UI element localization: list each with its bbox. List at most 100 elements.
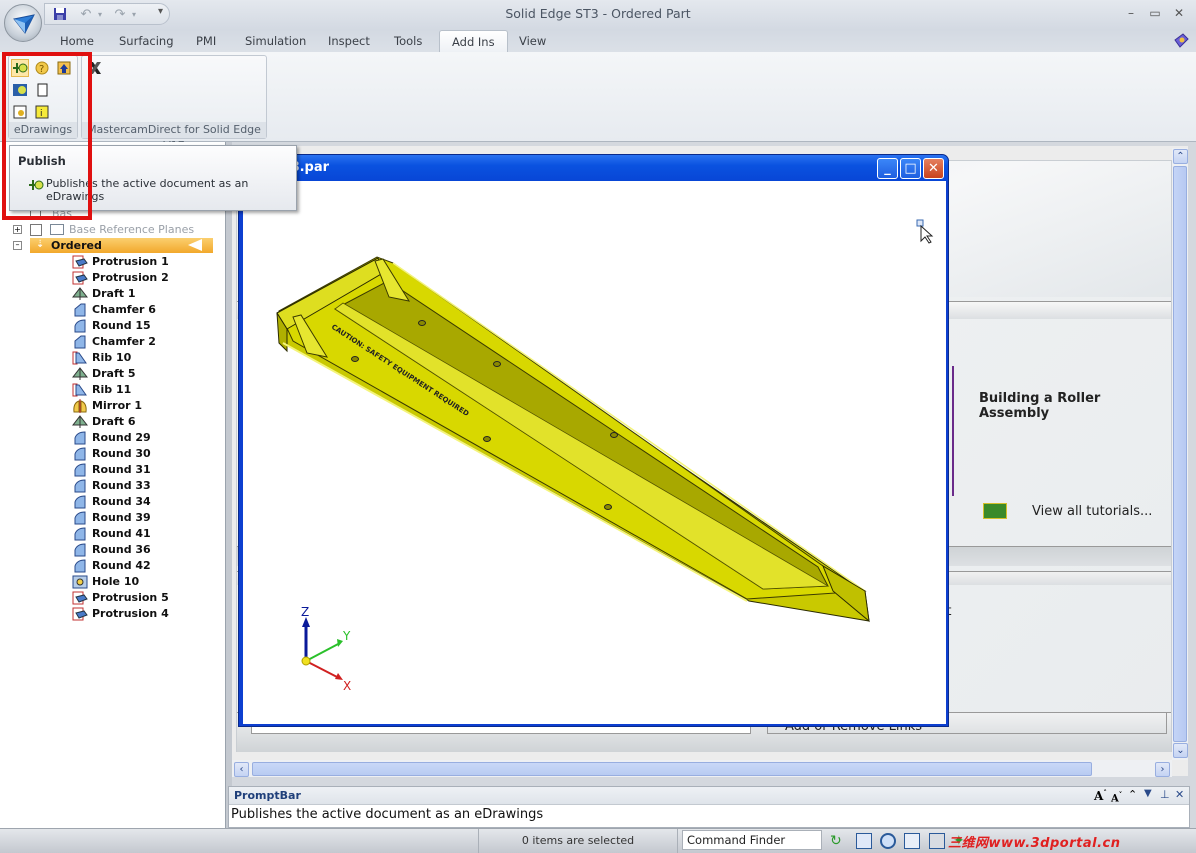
scroll-up-button[interactable]: ⌃ [1173,149,1188,164]
watermark: 三维网www.3dportal.cn [948,836,1121,851]
scroll-down-button[interactable]: ⌄ [1173,743,1188,758]
tab-view[interactable]: View [507,30,558,52]
pin-icon[interactable]: ⊥ [1160,788,1170,801]
maximize-button[interactable]: ▭ [1146,6,1164,20]
tab-simulation[interactable]: Simulation [233,30,318,52]
help-book-icon[interactable] [1172,32,1190,50]
dropdown-icon[interactable]: ▼ [1144,788,1152,799]
tree-item-label: Draft 1 [92,287,136,300]
tree-feature-item[interactable]: Rib 11 [0,382,226,398]
close-promptbar-icon[interactable]: ✕ [1175,788,1184,801]
save-icon[interactable] [51,6,69,22]
tree-feature-item[interactable]: Chamfer 6 [0,302,226,318]
mastercam-icon[interactable] [86,59,104,77]
increase-font-icon[interactable]: A˄ [1094,788,1107,803]
tree-feature-item[interactable]: Protrusion 4 [0,606,226,622]
tutorials-icon[interactable] [983,503,1007,519]
collapse-up-icon[interactable]: ⌃ [1128,788,1137,801]
tree-feature-item[interactable]: Round 30 [0,446,226,462]
redo-dropdown-icon[interactable]: ▾ [125,6,143,22]
tree-feature-item[interactable]: Draft 6 [0,414,226,430]
protrusion-feature-icon [72,591,88,605]
tree-feature-item[interactable]: Draft 5 [0,366,226,382]
publish-all-icon[interactable] [11,81,29,99]
round-feature-icon [72,543,88,557]
edrawings-group: ? i eDrawings [8,55,78,139]
tab-home[interactable]: Home [48,30,106,52]
document-title-bar[interactable]: _18.par _ □ ✕ [239,155,948,181]
doc-maximize-button[interactable]: □ [900,158,921,179]
pathfinder-pane: Bas + Base Reference Planes – ⇣ Ordered … [0,142,226,828]
rotate-icon[interactable]: ↻ [830,833,846,849]
document-icon[interactable] [33,81,51,99]
expand-icon[interactable]: + [13,225,22,234]
tutorial-title[interactable]: Building a Roller Assembly [979,391,1171,421]
zoom-icon[interactable] [880,833,896,849]
customize-qat-button[interactable]: ▾ [158,6,163,17]
tree-item-label: Ordered [51,239,102,252]
tree-feature-item[interactable]: Draft 1 [0,286,226,302]
triad-z-label: Z [301,605,310,619]
edrawings-help-icon[interactable]: ? [33,59,51,77]
decrease-font-icon[interactable]: A˅ [1111,790,1122,804]
tree-feature-item[interactable]: Round 15 [0,318,226,334]
tab-surfacing[interactable]: Surfacing [107,30,186,52]
tree-feature-item[interactable]: Round 29 [0,430,226,446]
publish-edrawings-icon[interactable] [11,59,29,77]
horizontal-scroll-thumb[interactable] [252,762,1092,776]
fit-icon[interactable] [904,833,920,849]
view-all-tutorials-link[interactable]: View all tutorials... [1032,504,1152,519]
doc-minimize-button[interactable]: _ [877,158,898,179]
tree-feature-item[interactable]: Round 39 [0,510,226,526]
protrusion-feature-icon [72,271,88,285]
undo-dropdown-icon[interactable]: ▾ [91,6,109,22]
tree-item-base-reference-planes[interactable]: + Base Reference Planes [0,222,226,238]
rollback-arrow-icon[interactable] [188,239,202,251]
prompt-bar: PromptBar A˄ A˅ ⌃ ▼ ⊥ ✕ Publishes the ac… [228,786,1190,828]
tree-feature-item[interactable]: Round 34 [0,494,226,510]
tab-add-ins[interactable]: Add Ins [439,30,508,52]
tree-feature-item[interactable]: Round 41 [0,526,226,542]
group-label: eDrawings [9,122,77,138]
tree-feature-item[interactable]: Chamfer 2 [0,334,226,350]
tree-feature-item[interactable]: Protrusion 5 [0,590,226,606]
pan-icon[interactable] [929,833,945,849]
tree-feature-item[interactable]: Round 42 [0,558,226,574]
tree-feature-item[interactable]: Protrusion 1 [0,254,226,270]
info-icon[interactable]: i [33,103,51,121]
promptbar-header: PromptBar A˄ A˅ ⌃ ▼ ⊥ ✕ [229,787,1189,805]
tree-feature-item[interactable]: Protrusion 2 [0,270,226,286]
application-button[interactable] [4,4,42,42]
tree-feature-item[interactable]: Hole 10 [0,574,226,590]
minimize-button[interactable]: – [1122,6,1140,20]
tab-tools[interactable]: Tools [382,30,434,52]
tab-inspect[interactable]: Inspect [316,30,382,52]
rib-feature-icon [72,351,88,365]
hole-feature-icon [72,575,88,589]
command-finder-input[interactable]: Command Finder [682,830,822,850]
close-button[interactable]: ✕ [1170,6,1188,20]
tree-item-label: Round 39 [92,511,151,524]
3d-viewport[interactable]: CAUTION: SAFETY EQUIPMENT REQUIRED Z Y X [243,181,946,724]
edrawings-home-icon[interactable] [55,59,73,77]
tree-item-label: Round 31 [92,463,151,476]
doc-close-button[interactable]: ✕ [923,158,944,179]
solid-edge-logo-icon [13,14,35,34]
promptbar-title: PromptBar [234,789,301,802]
scroll-left-button[interactable]: ‹ [234,762,249,777]
zoom-area-icon[interactable] [856,833,872,849]
tree-feature-item[interactable]: Round 33 [0,478,226,494]
reference-plane-icon [50,224,64,235]
tree-feature-item[interactable]: Round 36 [0,542,226,558]
collapse-icon[interactable]: – [13,241,22,250]
tree-feature-item[interactable]: Mirror 1 [0,398,226,414]
tree-item-ordered[interactable]: – ⇣ Ordered [0,238,226,254]
tree-feature-item[interactable]: Round 31 [0,462,226,478]
options-icon[interactable] [11,103,29,121]
checkbox[interactable] [30,224,42,236]
tree-feature-item[interactable]: Rib 10 [0,350,226,366]
scroll-right-button[interactable]: › [1155,762,1170,777]
tab-pmi[interactable]: PMI [184,30,228,52]
vertical-scroll-thumb[interactable] [1173,166,1187,742]
triad-x-axis [305,660,340,679]
